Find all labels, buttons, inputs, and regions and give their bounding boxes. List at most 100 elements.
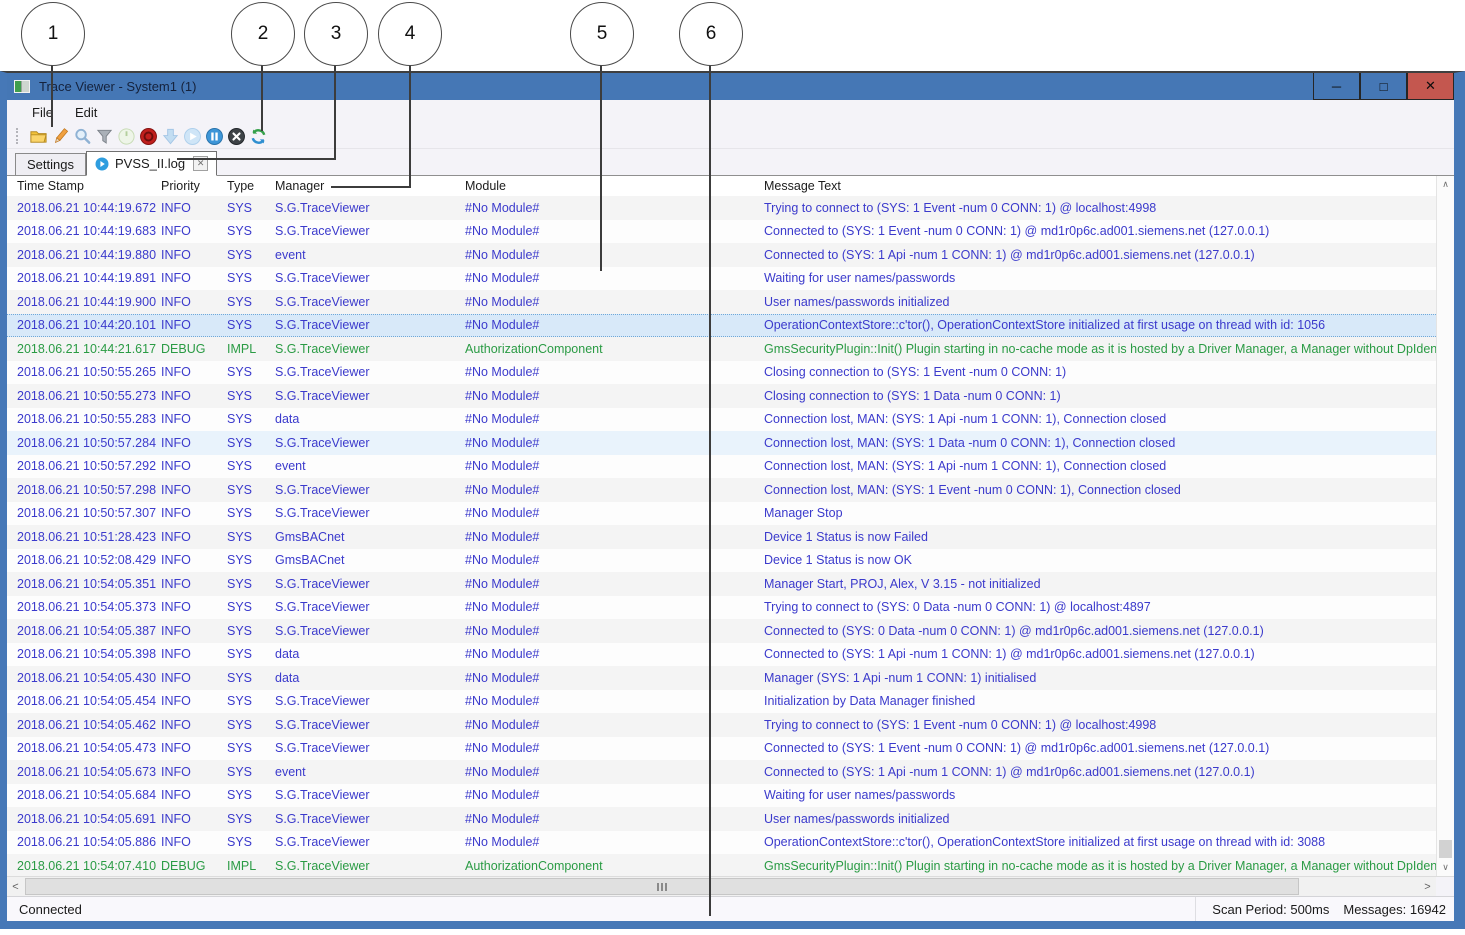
table-row[interactable]: 2018.06.21 10:44:19.880 INFO SYS event #… (7, 243, 1436, 267)
download-icon[interactable] (160, 126, 180, 146)
table-row[interactable]: 2018.06.21 10:54:05.886 INFO SYS S.G.Tra… (7, 831, 1436, 855)
search-icon[interactable] (72, 126, 92, 146)
menu-file[interactable]: File (21, 103, 64, 122)
cell-manager: S.G.TraceViewer (275, 436, 465, 450)
table-row[interactable]: 2018.06.21 10:50:57.292 INFO SYS event #… (7, 455, 1436, 479)
scrollbar-corner (1436, 877, 1454, 896)
table-row[interactable]: 2018.06.21 10:52:08.429 INFO SYS GmsBACn… (7, 549, 1436, 573)
horizontal-scrollbar-thumb[interactable] (25, 878, 1299, 895)
callout-2: 2 (231, 2, 295, 66)
cell-message: Closing connection to (SYS: 1 Event -num… (764, 365, 1436, 379)
table-row[interactable]: 2018.06.21 10:54:05.351 INFO SYS S.G.Tra… (7, 572, 1436, 596)
table-row[interactable]: 2018.06.21 10:54:05.454 INFO SYS S.G.Tra… (7, 690, 1436, 714)
cell-timestamp: 2018.06.21 10:44:21.617 (17, 342, 161, 356)
cell-module: #No Module# (465, 835, 764, 849)
menubar: File Edit (7, 100, 1454, 124)
cell-timestamp: 2018.06.21 10:54:05.473 (17, 741, 161, 755)
cell-priority: INFO (161, 741, 227, 755)
cell-type: SYS (227, 436, 275, 450)
record-icon[interactable] (138, 126, 158, 146)
cell-manager: GmsBACnet (275, 553, 465, 567)
edit-icon[interactable] (50, 126, 70, 146)
table-row[interactable]: 2018.06.21 10:50:55.265 INFO SYS S.G.Tra… (7, 361, 1436, 385)
table-row[interactable]: 2018.06.21 10:54:05.673 INFO SYS event #… (7, 760, 1436, 784)
cell-message: User names/passwords initialized (764, 812, 1436, 826)
table-row[interactable]: 2018.06.21 10:54:05.430 INFO SYS data #N… (7, 666, 1436, 690)
cell-type: SYS (227, 271, 275, 285)
table-row[interactable]: 2018.06.21 10:54:05.373 INFO SYS S.G.Tra… (7, 596, 1436, 620)
table-row[interactable]: 2018.06.21 10:54:07.410 DEBUG IMPL S.G.T… (7, 854, 1436, 876)
cell-manager: S.G.TraceViewer (275, 342, 465, 356)
toolbar (7, 124, 1454, 149)
cell-type: SYS (227, 788, 275, 802)
titlebar[interactable]: Trace Viewer - System1 (1) ─ □ ✕ (7, 73, 1454, 100)
table-row[interactable]: 2018.06.21 10:54:05.473 INFO SYS S.G.Tra… (7, 737, 1436, 761)
table-row[interactable]: 2018.06.21 10:50:57.298 INFO SYS S.G.Tra… (7, 478, 1436, 502)
maximize-button[interactable]: □ (1360, 73, 1407, 100)
scroll-down-icon[interactable]: ∨ (1437, 859, 1454, 876)
horizontal-scrollbar[interactable]: < > (7, 877, 1436, 896)
cancel-icon[interactable] (226, 126, 246, 146)
vertical-scrollbar[interactable]: ∧ ∨ (1436, 176, 1454, 876)
scroll-left-icon[interactable]: < (7, 877, 24, 896)
pause-icon[interactable] (204, 126, 224, 146)
tab-close-icon[interactable]: ✕ (193, 156, 208, 171)
minimize-button[interactable]: ─ (1313, 73, 1360, 100)
table-row[interactable]: 2018.06.21 10:44:20.101 INFO SYS S.G.Tra… (7, 314, 1436, 338)
vertical-scrollbar-thumb[interactable] (1439, 840, 1452, 858)
open-icon[interactable] (28, 126, 48, 146)
table-row[interactable]: 2018.06.21 10:54:05.462 INFO SYS S.G.Tra… (7, 713, 1436, 737)
cell-priority: INFO (161, 295, 227, 309)
tab-pvss-log[interactable]: PVSS_II.log ✕ (86, 151, 217, 176)
table-row[interactable]: 2018.06.21 10:44:19.683 INFO SYS S.G.Tra… (7, 220, 1436, 244)
table-row[interactable]: 2018.06.21 10:51:28.423 INFO SYS GmsBACn… (7, 525, 1436, 549)
table-row[interactable]: 2018.06.21 10:50:57.307 INFO SYS S.G.Tra… (7, 502, 1436, 526)
table-row[interactable]: 2018.06.21 10:54:05.398 INFO SYS data #N… (7, 643, 1436, 667)
refresh-icon[interactable] (248, 126, 268, 146)
filter-icon[interactable] (94, 126, 114, 146)
cell-type: SYS (227, 765, 275, 779)
cell-module: #No Module# (465, 647, 764, 661)
column-header-module[interactable]: Module (465, 179, 764, 193)
table-row[interactable]: 2018.06.21 10:54:05.691 INFO SYS S.G.Tra… (7, 807, 1436, 831)
table-row[interactable]: 2018.06.21 10:44:19.891 INFO SYS S.G.Tra… (7, 267, 1436, 291)
tab-settings[interactable]: Settings (15, 153, 86, 175)
scan-period: Scan Period: 500ms (1212, 902, 1329, 917)
table-row[interactable]: 2018.06.21 10:50:57.284 INFO SYS S.G.Tra… (7, 431, 1436, 455)
table-row[interactable]: 2018.06.21 10:54:05.387 INFO SYS S.G.Tra… (7, 619, 1436, 643)
table-row[interactable]: 2018.06.21 10:54:05.684 INFO SYS S.G.Tra… (7, 784, 1436, 808)
screenshot-stage: 1 2 3 4 5 6 Trace Viewer - System1 (1) ─… (0, 0, 1465, 935)
toolbar-grip[interactable] (16, 128, 21, 144)
cell-module: #No Module# (465, 671, 764, 685)
table-row[interactable]: 2018.06.21 10:50:55.283 INFO SYS data #N… (7, 408, 1436, 432)
callout-6: 6 (679, 2, 743, 66)
column-header-message[interactable]: Message Text (764, 179, 1436, 193)
column-header-priority[interactable]: Priority (161, 179, 227, 193)
cell-priority: INFO (161, 412, 227, 426)
column-header-type[interactable]: Type (227, 179, 275, 193)
cell-manager: event (275, 765, 465, 779)
column-header-timestamp[interactable]: Time Stamp (17, 179, 161, 193)
power-icon[interactable] (116, 126, 136, 146)
cell-priority: INFO (161, 553, 227, 567)
cell-timestamp: 2018.06.21 10:54:05.351 (17, 577, 161, 591)
table-row[interactable]: 2018.06.21 10:44:19.900 INFO SYS S.G.Tra… (7, 290, 1436, 314)
cell-message: Connection lost, MAN: (SYS: 1 Api -num 1… (764, 412, 1436, 426)
callout-5: 5 (570, 2, 634, 66)
table-row[interactable]: 2018.06.21 10:50:55.273 INFO SYS S.G.Tra… (7, 384, 1436, 408)
cell-manager: S.G.TraceViewer (275, 201, 465, 215)
scroll-up-icon[interactable]: ∧ (1437, 176, 1454, 193)
scroll-right-icon[interactable]: > (1419, 877, 1436, 896)
cell-timestamp: 2018.06.21 10:50:57.307 (17, 506, 161, 520)
table-row[interactable]: 2018.06.21 10:44:21.617 DEBUG IMPL S.G.T… (7, 337, 1436, 361)
play-icon[interactable] (182, 126, 202, 146)
cell-type: SYS (227, 694, 275, 708)
table-row[interactable]: 2018.06.21 10:44:19.672 INFO SYS S.G.Tra… (7, 196, 1436, 220)
cell-manager: S.G.TraceViewer (275, 718, 465, 732)
cell-module: #No Module# (465, 201, 764, 215)
menu-edit[interactable]: Edit (64, 103, 108, 122)
close-button[interactable]: ✕ (1407, 73, 1454, 100)
column-header-manager[interactable]: Manager (275, 179, 465, 193)
cell-timestamp: 2018.06.21 10:50:57.292 (17, 459, 161, 473)
cell-module: #No Module# (465, 741, 764, 755)
